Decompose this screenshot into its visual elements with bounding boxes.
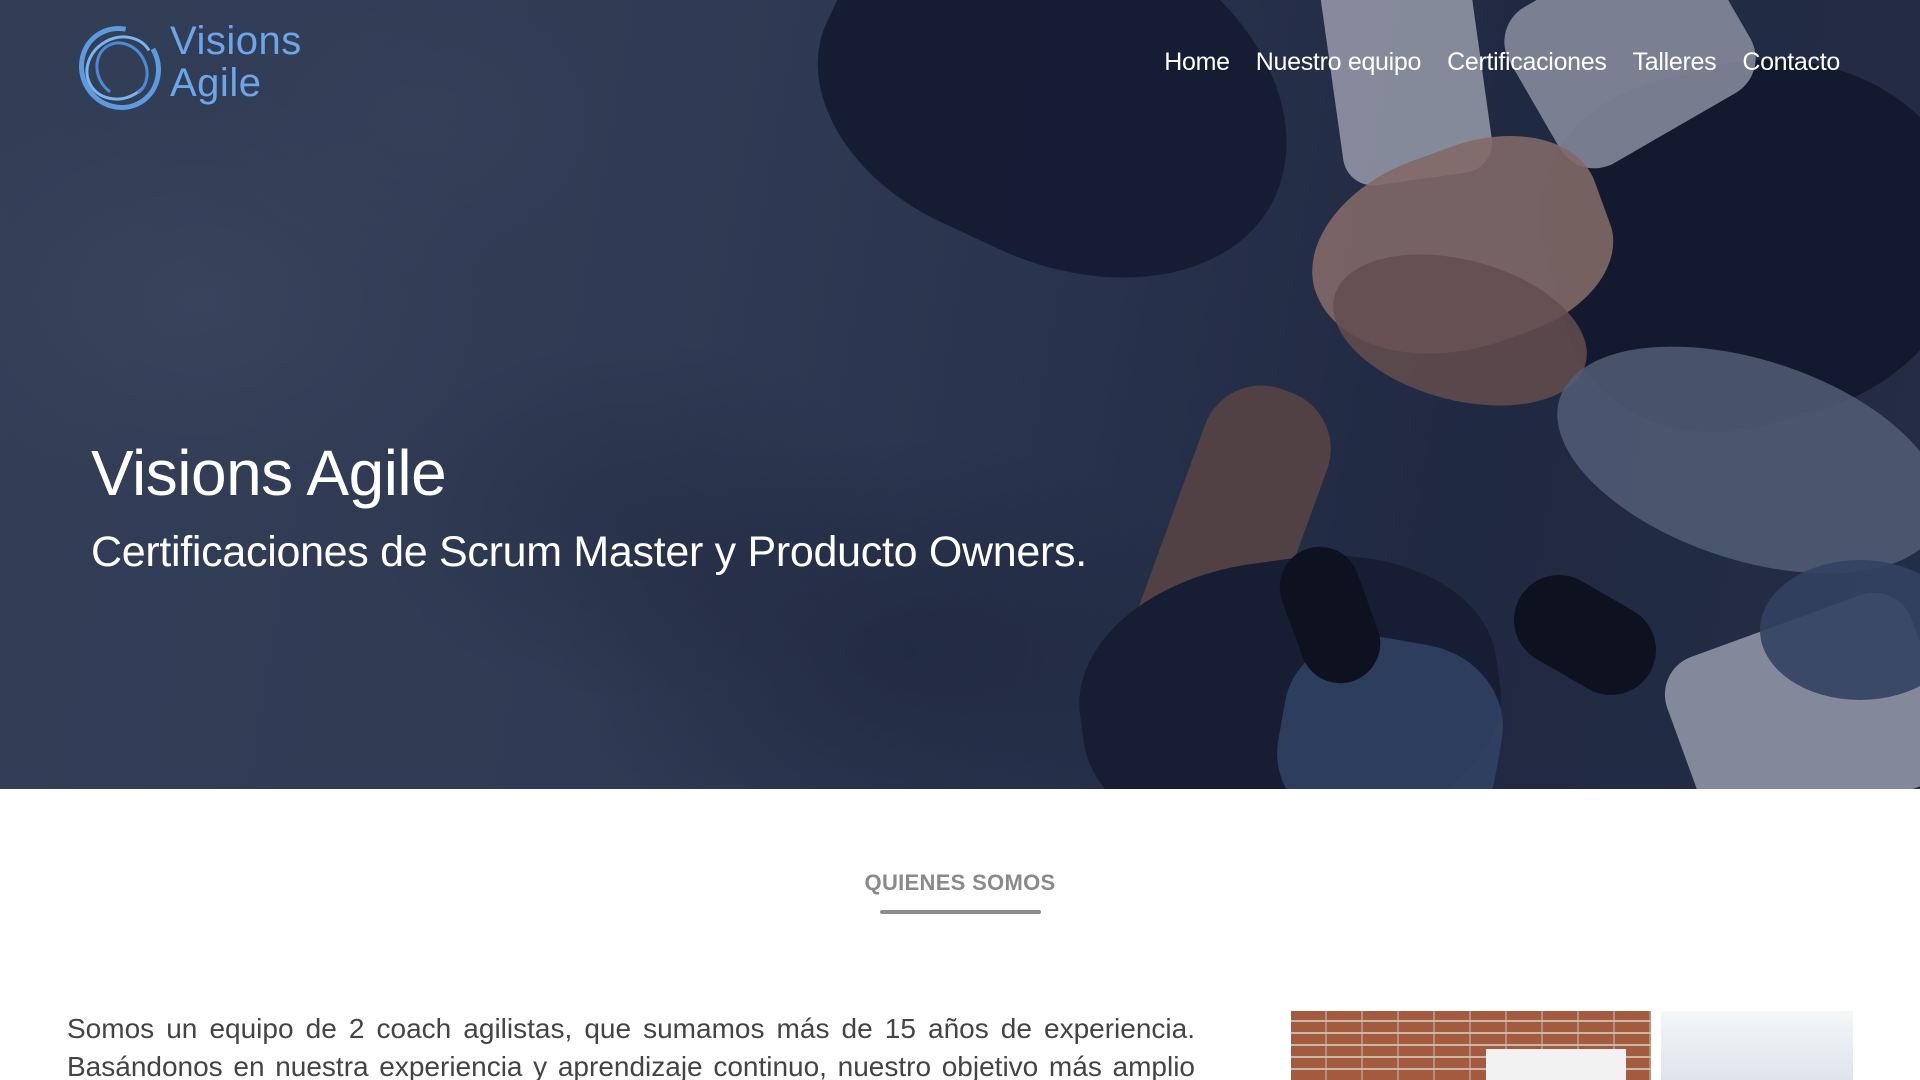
about-paragraph-line: Somos un equipo de 2 coach agilistas, qu… — [67, 1013, 1195, 1044]
hero-subtitle: Certificaciones de Scrum Master y Produc… — [91, 528, 1087, 576]
main-nav: Home Nuestro equipo Certificaciones Tall… — [1164, 48, 1840, 77]
hero-title: Visions Agile — [91, 437, 447, 509]
section-heading-underline — [880, 910, 1041, 914]
logo-line2: Agile — [170, 61, 262, 105]
section-heading-quienes-somos: QUIENES SOMOS — [864, 870, 1056, 895]
nav-contacto[interactable]: Contacto — [1742, 48, 1840, 77]
about-paragraph: Somos un equipo de 2 coach agilistas, qu… — [67, 1010, 1195, 1080]
photo-whiteboard — [1486, 1049, 1626, 1080]
photo-window-frame — [1651, 1011, 1661, 1080]
photo-window — [1661, 1011, 1853, 1080]
about-paragraph-line: Basándonos en nuestra experiencia y apre… — [67, 1051, 1195, 1080]
logo-wordmark: Visions Agile — [170, 20, 302, 104]
nav-home[interactable]: Home — [1164, 48, 1230, 77]
nav-certificaciones[interactable]: Certificaciones — [1447, 48, 1607, 77]
logo-line1: Visions — [170, 19, 302, 63]
site-logo[interactable]: Visions Agile — [76, 20, 316, 116]
about-team-photo — [1291, 1011, 1853, 1080]
hero-overlay — [0, 0, 1920, 789]
logo-rings-icon — [78, 25, 162, 111]
nav-talleres[interactable]: Talleres — [1633, 48, 1717, 77]
nav-nuestro-equipo[interactable]: Nuestro equipo — [1256, 48, 1422, 77]
hero-banner: Visions Agile Home Nuestro equipo Certif… — [0, 0, 1920, 789]
